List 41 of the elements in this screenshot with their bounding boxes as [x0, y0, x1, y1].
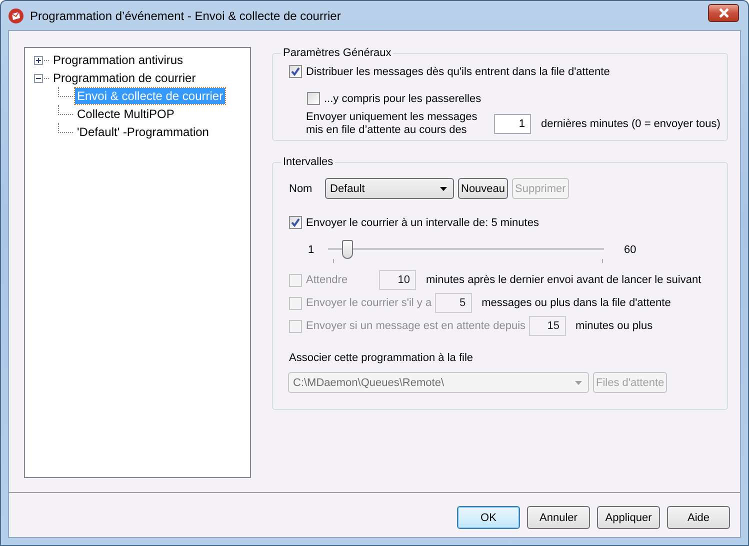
dialog-button[interactable]: Aide [667, 506, 730, 529]
tree-item[interactable]: Programmation de courrier [51, 70, 198, 86]
name-label: Nom [289, 182, 314, 194]
close-icon [718, 8, 730, 18]
slider-min-label: 1 [308, 244, 316, 256]
group-title: Intervalles [282, 156, 334, 168]
slider-thumb[interactable] [342, 240, 354, 259]
checkbox[interactable] [289, 65, 302, 78]
caret-icon [440, 186, 447, 190]
checkbox-label: Envoyer si un message est en attente depuis [306, 320, 526, 332]
tree-item[interactable]: Collecte MultiPOP [75, 106, 176, 122]
checkbox-label: Envoyer le courrier à un intervalle de: 5 minutes [306, 216, 539, 228]
dialog-button[interactable]: Annuler [527, 506, 590, 529]
close-button[interactable] [708, 4, 739, 22]
expander-icon[interactable] [34, 74, 43, 82]
tree-item[interactable]: 'Default' -Programmation [75, 124, 211, 140]
interval-slider[interactable] [328, 237, 604, 263]
field-suffix: dernières minutes (0 = envoyer tous) [541, 118, 720, 130]
tree-item[interactable]: Programmation antivirus [51, 52, 186, 68]
envelope-icon [8, 8, 24, 24]
new-button[interactable]: Nouveau [458, 178, 508, 199]
field-suffix: minutes après le dernier envoi avant de lancer le suivant [426, 274, 702, 286]
expander-icon[interactable] [34, 56, 43, 64]
minutes-field[interactable]: 1 [494, 114, 531, 134]
checkbox-label: Envoyer le courrier s'il y a [306, 297, 432, 309]
dialog-button[interactable]: OK [457, 506, 520, 529]
name-dropdown[interactable]: Default [325, 178, 454, 199]
field-suffix: messages ou plus dans la file d'attente [482, 297, 671, 309]
dialog-button[interactable]: Appliquer [597, 506, 660, 529]
field-suffix: minutes ou plus [576, 320, 653, 332]
slider-max-label: 60 [624, 244, 636, 256]
checkbox-label: Distribuer les messages dès qu'ils entrent dans la file d'attente [306, 66, 610, 78]
window-title: Programmation d’événement - Envoi & collecte de courrier [30, 8, 341, 22]
checkbox-label: ...y compris pour les passerelles [324, 92, 482, 104]
caret-icon [575, 380, 582, 384]
checkbox-label: Attendre [306, 274, 349, 286]
checkbox[interactable] [289, 216, 302, 229]
group-title: Paramètres Généraux [282, 47, 392, 59]
queue-label: Associer cette programmation à la file [289, 352, 474, 364]
checkbox[interactable] [307, 92, 320, 105]
field-label: Envoyer uniquement les messages mis en file d’attente au cours des [306, 111, 478, 137]
